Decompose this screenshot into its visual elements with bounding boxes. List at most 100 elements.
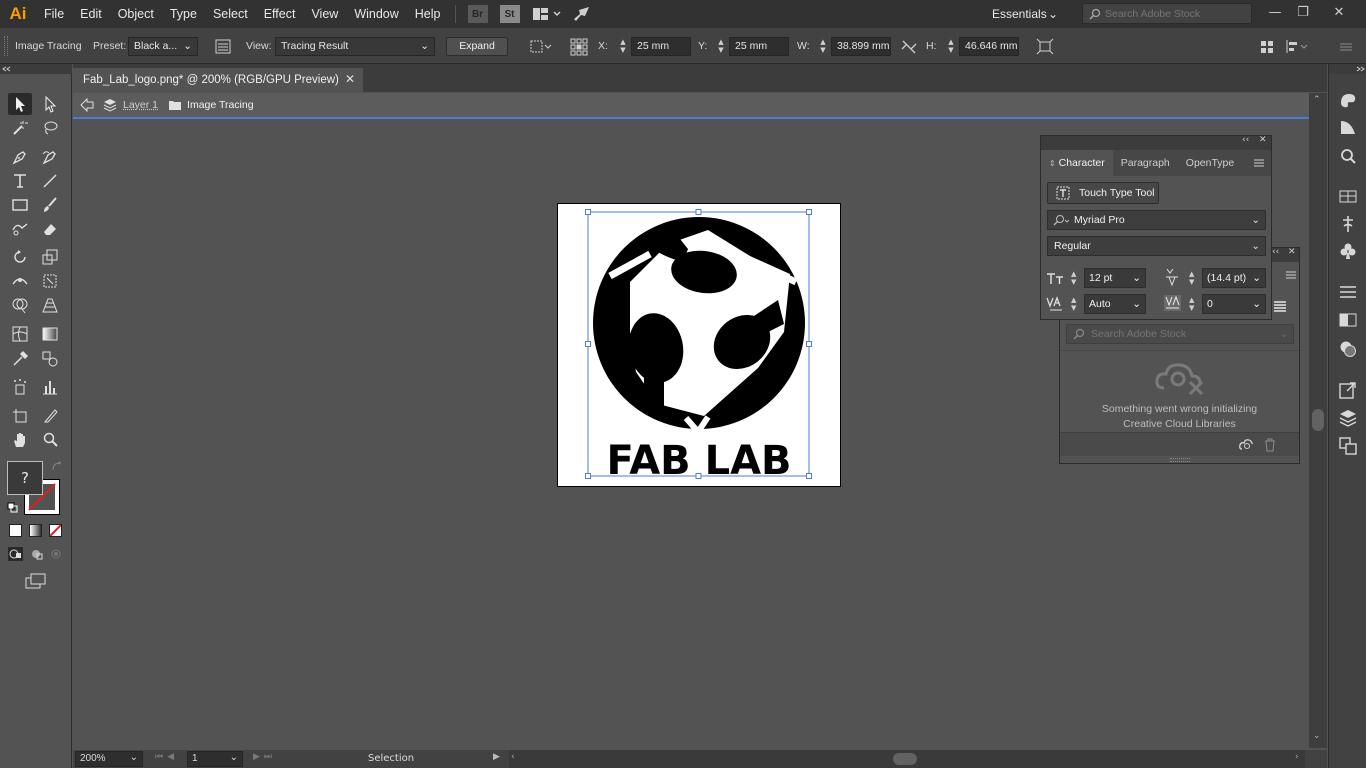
leading-field[interactable]: (14.4 pt) ⌄: [1202, 268, 1266, 288]
image-trace-panel-icon[interactable]: [213, 37, 233, 56]
toolbar-header[interactable]: [0, 64, 72, 74]
fill-swatch[interactable]: ?: [7, 461, 43, 495]
library-search-box[interactable]: ⌄: [1066, 324, 1294, 344]
tab-opentype[interactable]: OpenType: [1178, 150, 1242, 176]
symbols-icon[interactable]: [1338, 186, 1358, 206]
preset-dropdown[interactable]: Black a... ⌄: [128, 37, 198, 56]
club-symbol-icon[interactable]: [1338, 241, 1358, 261]
gradient-mode-icon[interactable]: [29, 524, 42, 537]
menu-object[interactable]: Object: [110, 0, 162, 28]
resize-grip[interactable]: [1170, 458, 1190, 462]
x-stepper[interactable]: ▲ ▼: [618, 38, 628, 56]
color-mode-icon[interactable]: [9, 524, 22, 537]
panel-menu-icon[interactable]: [1285, 270, 1297, 280]
kerning-stepper[interactable]: ▲ ▼: [1071, 296, 1076, 312]
column-graph-tool[interactable]: [38, 376, 62, 398]
trash-icon[interactable]: [1264, 438, 1276, 452]
graphic-styles-icon[interactable]: [1338, 214, 1358, 234]
menu-type[interactable]: Type: [162, 0, 205, 28]
selection-tool[interactable]: [8, 93, 32, 115]
vertical-scroll-thumb[interactable]: [1312, 409, 1324, 431]
collapse-icon[interactable]: ‹‹: [1242, 135, 1249, 145]
menu-window[interactable]: Window: [346, 0, 406, 28]
distribute-icon[interactable]: [1284, 37, 1310, 56]
scroll-left-icon[interactable]: ‹: [511, 752, 515, 762]
artboard-number-field[interactable]: 1 ⌄: [187, 751, 243, 767]
collapse-icon[interactable]: ‹‹: [1272, 247, 1279, 257]
default-fill-stroke-icon[interactable]: [7, 502, 19, 514]
stock-button[interactable]: St: [499, 5, 520, 23]
vertical-scrollbar[interactable]: ⌃ ⌄: [1309, 93, 1327, 748]
rectangle-tool[interactable]: [8, 194, 32, 216]
draw-behind-icon[interactable]: [29, 547, 44, 561]
pen-tool[interactable]: [8, 146, 32, 168]
fab-lab-logo[interactable]: FAB LAB: [558, 204, 842, 488]
lasso-tool[interactable]: [38, 117, 62, 139]
eraser-tool[interactable]: [38, 218, 62, 240]
close-icon[interactable]: ✕: [1259, 135, 1267, 145]
draw-normal-icon[interactable]: [8, 547, 23, 561]
control-panel-menu-icon[interactable]: [1336, 37, 1356, 56]
constrain-proportions-icon[interactable]: [899, 37, 919, 56]
workspace-switcher[interactable]: Essentials ⌄: [986, 4, 1064, 24]
kerning-field[interactable]: Auto ⌄: [1084, 294, 1146, 314]
export-icon[interactable]: [1338, 380, 1358, 400]
sync-status-icon[interactable]: [1239, 438, 1255, 452]
direct-selection-tool[interactable]: [38, 93, 62, 115]
type-tool[interactable]: [8, 170, 32, 192]
width-tool[interactable]: [8, 270, 32, 292]
swap-fill-stroke-icon[interactable]: [51, 461, 63, 473]
view-dropdown[interactable]: Tracing Result ⌄: [275, 37, 435, 56]
y-field[interactable]: 25 mm: [729, 37, 789, 56]
shaper-tool[interactable]: [8, 218, 32, 240]
stroke-panel-icon[interactable]: [1338, 282, 1358, 302]
scroll-down-icon[interactable]: ⌄: [1313, 731, 1321, 741]
dock-header[interactable]: [1329, 64, 1366, 74]
status-menu-icon[interactable]: ▶: [493, 752, 500, 762]
h-field[interactable]: 46.646 mm: [959, 37, 1019, 56]
stock-search-input[interactable]: [1105, 7, 1245, 20]
menu-select[interactable]: Select: [205, 0, 256, 28]
scale-tool[interactable]: [38, 246, 62, 268]
menu-view[interactable]: View: [303, 0, 346, 28]
artboards-icon[interactable]: [1338, 436, 1358, 456]
mesh-tool[interactable]: [8, 323, 32, 345]
tab-character[interactable]: ⇕ Character: [1041, 150, 1113, 176]
minimize-icon[interactable]: —: [1264, 4, 1286, 22]
close-icon[interactable]: ✕: [1288, 247, 1296, 257]
leading-stepper[interactable]: ▲ ▼: [1189, 270, 1194, 286]
eyedropper-tool[interactable]: [8, 348, 32, 370]
artboard[interactable]: FAB LAB: [557, 203, 841, 487]
rotate-tool[interactable]: [8, 246, 32, 268]
transform-icon[interactable]: [1035, 37, 1055, 56]
shape-builder-tool[interactable]: [8, 294, 32, 316]
gpu-performance-icon[interactable]: [572, 5, 592, 23]
document-tab[interactable]: Fab_Lab_logo.png* @ 200% (RGB/GPU Previe…: [73, 68, 363, 92]
scroll-up-icon[interactable]: ⌃: [1313, 95, 1321, 105]
align-objects-icon[interactable]: [1258, 37, 1278, 56]
close-icon[interactable]: ✕: [1328, 4, 1350, 22]
zoom-field[interactable]: 200% ⌄: [75, 751, 143, 767]
w-stepper[interactable]: ▲ ▼: [818, 38, 828, 56]
w-field[interactable]: 38.899 mm: [831, 37, 891, 56]
symbol-sprayer-tool[interactable]: [8, 376, 32, 398]
horizontal-scrollbar[interactable]: ‹ ›: [509, 750, 1305, 768]
list-view-icon[interactable]: [1273, 300, 1287, 312]
menu-effect[interactable]: Effect: [256, 0, 304, 28]
font-size-field[interactable]: 12 pt ⌄: [1084, 268, 1146, 288]
x-field[interactable]: 25 mm: [631, 37, 691, 56]
transparency-icon[interactable]: [1338, 339, 1358, 359]
bridge-button[interactable]: Br: [467, 5, 488, 23]
close-icon[interactable]: ✕: [345, 72, 355, 86]
free-transform-tool[interactable]: [38, 270, 62, 292]
screen-mode-icon[interactable]: [24, 572, 48, 590]
character-panel-header[interactable]: ‹‹ ✕: [1041, 135, 1271, 150]
gradient-panel-icon[interactable]: [1338, 310, 1358, 330]
tracking-field[interactable]: 0 ⌄: [1202, 294, 1266, 314]
slice-tool[interactable]: [38, 405, 62, 427]
first-prev-artboard-icon[interactable]: ⏮◀: [155, 752, 178, 762]
breadcrumb-group[interactable]: Image Tracing: [187, 99, 254, 111]
horizontal-scroll-thumb[interactable]: [893, 753, 917, 765]
layers-icon[interactable]: [1338, 408, 1358, 428]
menu-file[interactable]: File: [36, 0, 72, 28]
